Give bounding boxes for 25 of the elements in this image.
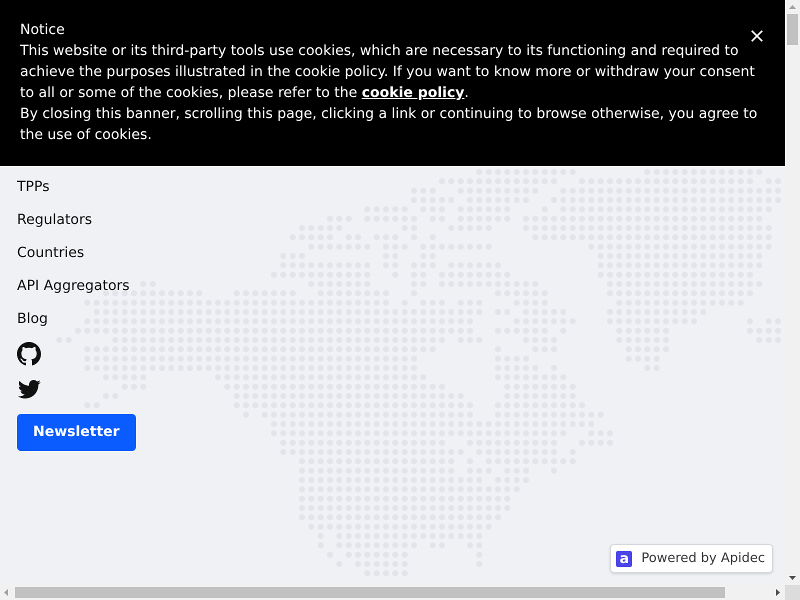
nav-link[interactable]: Blog	[17, 309, 48, 330]
powered-by-link[interactable]: a Powered by Apidec	[610, 544, 773, 573]
nav-link[interactable]: Countries	[17, 243, 84, 264]
caret-left-icon[interactable]	[4, 589, 8, 596]
scrollbar-thumb[interactable]	[15, 587, 725, 598]
twitter-icon[interactable]	[17, 380, 41, 400]
scrollbar-corner	[785, 585, 800, 600]
caret-down-icon[interactable]	[789, 576, 796, 580]
nav-link[interactable]: Regulators	[17, 210, 92, 231]
cookie-policy-link[interactable]: cookie policy	[362, 85, 464, 101]
notice-text: By closing this banner, scrolling this page, clicking a link or continuing to browse otherwise, you agree to the use of cookies.	[20, 105, 758, 145]
caret-up-icon[interactable]	[789, 5, 796, 9]
nav-link[interactable]: API Aggregators	[17, 276, 130, 297]
newsletter-button[interactable]: Newsletter	[17, 414, 136, 451]
scrollbar-thumb[interactable]	[787, 14, 798, 45]
caret-right-icon[interactable]	[776, 589, 780, 596]
apidec-logo: a	[616, 550, 632, 566]
nav-link[interactable]: TPPs	[17, 177, 50, 198]
notice-title: Notice	[20, 21, 65, 40]
close-button[interactable]	[751, 30, 763, 42]
horizontal-scrollbar[interactable]	[0, 585, 785, 600]
notice-text: This website or its third-party tools use cookies, which are necessary to its functioning and required to achieve the purposes illustrated in the cookie policy. If you want to know more or withdraw your consent to all or some of the cookies, please refer to the cookie policy.	[20, 42, 756, 103]
vertical-scrollbar[interactable]	[785, 0, 800, 585]
close-icon	[751, 30, 763, 42]
github-icon[interactable]	[17, 342, 41, 366]
